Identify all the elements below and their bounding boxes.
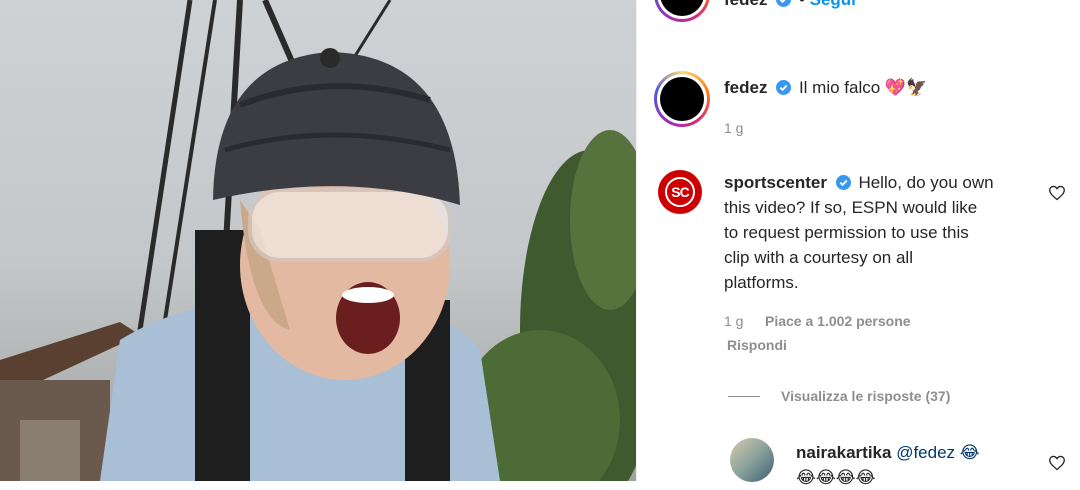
comment-text-line: to request permission to use this <box>724 223 969 242</box>
caption-username[interactable]: fedez <box>724 78 767 97</box>
reply-button[interactable]: Rispondi <box>727 337 787 353</box>
reply-text-line2: 😂😂😂😂 <box>796 468 876 487</box>
comment-text-line: Hello, do you own <box>858 173 994 192</box>
verified-badge-icon <box>835 175 851 190</box>
replies-divider <box>728 396 760 397</box>
comment-nairakartika: nairakartika @fedez 😂 😂😂😂😂 <box>796 440 980 490</box>
caption-text: Il mio falco 💖🦅 <box>798 78 928 97</box>
comment-time: 1 g <box>724 313 744 329</box>
nairakartika-avatar[interactable] <box>730 438 774 482</box>
sportscenter-avatar-logo: SC <box>665 177 695 207</box>
comment-text-line: clip with a courtesy on all <box>724 248 913 267</box>
reply-text: @fedez 😂 <box>896 443 980 462</box>
video-frame-illustration <box>0 0 636 481</box>
post-media-video[interactable] <box>0 0 636 481</box>
comment-text-line: platforms. <box>724 273 799 292</box>
verified-badge-icon <box>776 80 792 95</box>
comment-sportscenter: sportscenter Hello, do you own this vide… <box>724 170 1034 295</box>
caption-avatar[interactable] <box>654 71 710 127</box>
heart-icon[interactable] <box>1048 185 1066 201</box>
heart-icon[interactable] <box>1048 455 1066 471</box>
follow-button[interactable]: Segui <box>810 0 856 9</box>
comment-likes[interactable]: Piace a 1.002 persone <box>765 313 911 329</box>
verified-badge-icon <box>776 0 792 7</box>
view-replies-button[interactable]: Visualizza le risposte (37) <box>781 388 950 404</box>
comment-username[interactable]: sportscenter <box>724 173 827 192</box>
sportscenter-avatar[interactable]: SC <box>658 170 702 214</box>
header-username[interactable]: fedez <box>724 0 767 9</box>
comment-text-line: this video? If so, ESPN would like <box>724 198 978 217</box>
post-header: fedez • Segui <box>724 0 856 12</box>
reply-username[interactable]: nairakartika <box>796 443 891 462</box>
caption: fedez Il mio falco 💖🦅 <box>724 75 927 100</box>
caption-time: 1 g <box>724 120 744 136</box>
